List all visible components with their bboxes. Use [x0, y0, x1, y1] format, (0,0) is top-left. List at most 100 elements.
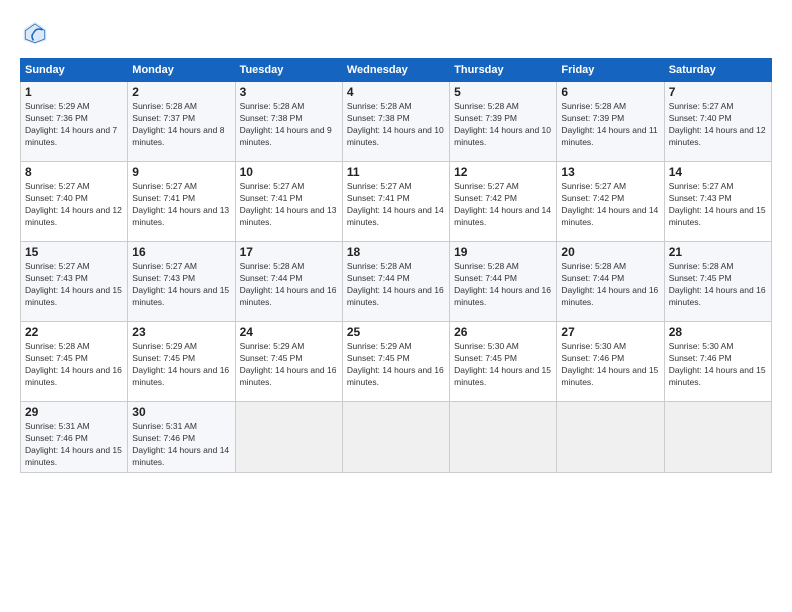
day-info: Sunrise: 5:28 AMSunset: 7:37 PMDaylight:…	[132, 101, 230, 149]
table-row: 29 Sunrise: 5:31 AMSunset: 7:46 PMDayligh…	[21, 402, 128, 473]
table-row: 3 Sunrise: 5:28 AMSunset: 7:38 PMDaylight…	[235, 82, 342, 162]
table-row: 22 Sunrise: 5:28 AMSunset: 7:45 PMDayligh…	[21, 322, 128, 402]
table-row: 26 Sunrise: 5:30 AMSunset: 7:45 PMDayligh…	[450, 322, 557, 402]
table-row: 23 Sunrise: 5:29 AMSunset: 7:45 PMDayligh…	[128, 322, 235, 402]
table-row: 24 Sunrise: 5:29 AMSunset: 7:45 PMDayligh…	[235, 322, 342, 402]
table-row: 15Sunrise: 5:27 AMSunset: 7:43 PMDayligh…	[21, 242, 128, 322]
day-number: 23	[132, 325, 230, 339]
day-info: Sunrise: 5:29 AMSunset: 7:45 PMDaylight:…	[240, 341, 338, 389]
table-row: 19 Sunrise: 5:28 AMSunset: 7:44 PMDayligh…	[450, 242, 557, 322]
day-number: 10	[240, 165, 338, 179]
col-monday: Monday	[128, 59, 235, 82]
calendar-header-row: Sunday Monday Tuesday Wednesday Thursday…	[21, 59, 772, 82]
table-row: 7 Sunrise: 5:27 AMSunset: 7:40 PMDaylight…	[664, 82, 771, 162]
day-number: 7	[669, 85, 767, 99]
day-number: 26	[454, 325, 552, 339]
table-row: 17Sunrise: 5:28 AMSunset: 7:44 PMDayligh…	[235, 242, 342, 322]
table-row: 20Sunrise: 5:28 AMSunset: 7:44 PMDayligh…	[557, 242, 664, 322]
day-number: 21	[669, 245, 767, 259]
calendar-week-row: 29 Sunrise: 5:31 AMSunset: 7:46 PMDayligh…	[21, 402, 772, 473]
day-info: Sunrise: 5:29 AMSunset: 7:45 PMDaylight:…	[347, 341, 445, 389]
day-info: Sunrise: 5:27 AMSunset: 7:42 PMDaylight:…	[454, 181, 552, 229]
day-number: 4	[347, 85, 445, 99]
day-info: Sunrise: 5:27 AMSunset: 7:43 PMDaylight:…	[669, 181, 767, 229]
table-row	[664, 402, 771, 473]
table-row	[342, 402, 449, 473]
day-info: Sunrise: 5:30 AMSunset: 7:45 PMDaylight:…	[454, 341, 552, 389]
day-info: Sunrise: 5:27 AMSunset: 7:42 PMDaylight:…	[561, 181, 659, 229]
day-number: 18	[347, 245, 445, 259]
day-info: Sunrise: 5:27 AMSunset: 7:41 PMDaylight:…	[132, 181, 230, 229]
day-info: Sunrise: 5:31 AMSunset: 7:46 PMDaylight:…	[25, 421, 123, 469]
day-info: Sunrise: 5:28 AMSunset: 7:45 PMDaylight:…	[25, 341, 123, 389]
table-row: 6 Sunrise: 5:28 AMSunset: 7:39 PMDaylight…	[557, 82, 664, 162]
day-number: 15	[25, 245, 123, 259]
day-info: Sunrise: 5:28 AMSunset: 7:45 PMDaylight:…	[669, 261, 767, 309]
day-number: 29	[25, 405, 123, 419]
col-wednesday: Wednesday	[342, 59, 449, 82]
day-info: Sunrise: 5:28 AMSunset: 7:44 PMDaylight:…	[347, 261, 445, 309]
day-number: 2	[132, 85, 230, 99]
day-info: Sunrise: 5:28 AMSunset: 7:39 PMDaylight:…	[454, 101, 552, 149]
table-row: 14Sunrise: 5:27 AMSunset: 7:43 PMDayligh…	[664, 162, 771, 242]
day-number: 19	[454, 245, 552, 259]
table-row: 21 Sunrise: 5:28 AMSunset: 7:45 PMDayligh…	[664, 242, 771, 322]
day-number: 30	[132, 405, 230, 419]
day-info: Sunrise: 5:30 AMSunset: 7:46 PMDaylight:…	[669, 341, 767, 389]
table-row: 8Sunrise: 5:27 AMSunset: 7:40 PMDaylight…	[21, 162, 128, 242]
day-number: 12	[454, 165, 552, 179]
day-number: 24	[240, 325, 338, 339]
day-info: Sunrise: 5:27 AMSunset: 7:41 PMDaylight:…	[347, 181, 445, 229]
day-info: Sunrise: 5:28 AMSunset: 7:44 PMDaylight:…	[454, 261, 552, 309]
table-row: 28Sunrise: 5:30 AMSunset: 7:46 PMDayligh…	[664, 322, 771, 402]
day-number: 25	[347, 325, 445, 339]
header	[20, 18, 772, 48]
table-row: 25 Sunrise: 5:29 AMSunset: 7:45 PMDayligh…	[342, 322, 449, 402]
table-row: 12 Sunrise: 5:27 AMSunset: 7:42 PMDayligh…	[450, 162, 557, 242]
col-sunday: Sunday	[21, 59, 128, 82]
page: Sunday Monday Tuesday Wednesday Thursday…	[0, 0, 792, 612]
logo	[20, 18, 54, 48]
day-number: 22	[25, 325, 123, 339]
table-row: 27 Sunrise: 5:30 AMSunset: 7:46 PMDayligh…	[557, 322, 664, 402]
day-number: 1	[25, 85, 123, 99]
table-row: 18 Sunrise: 5:28 AMSunset: 7:44 PMDayligh…	[342, 242, 449, 322]
day-info: Sunrise: 5:28 AMSunset: 7:38 PMDaylight:…	[240, 101, 338, 149]
col-tuesday: Tuesday	[235, 59, 342, 82]
day-info: Sunrise: 5:28 AMSunset: 7:38 PMDaylight:…	[347, 101, 445, 149]
calendar-week-row: 8Sunrise: 5:27 AMSunset: 7:40 PMDaylight…	[21, 162, 772, 242]
table-row: 13 Sunrise: 5:27 AMSunset: 7:42 PMDayligh…	[557, 162, 664, 242]
calendar-week-row: 1 Sunrise: 5:29 AMSunset: 7:36 PMDaylight…	[21, 82, 772, 162]
day-info: Sunrise: 5:31 AMSunset: 7:46 PMDaylight:…	[132, 421, 230, 469]
day-info: Sunrise: 5:27 AMSunset: 7:40 PMDaylight:…	[669, 101, 767, 149]
day-number: 5	[454, 85, 552, 99]
day-number: 11	[347, 165, 445, 179]
day-number: 6	[561, 85, 659, 99]
day-info: Sunrise: 5:27 AMSunset: 7:43 PMDaylight:…	[132, 261, 230, 309]
table-row: 2 Sunrise: 5:28 AMSunset: 7:37 PMDaylight…	[128, 82, 235, 162]
table-row: 1 Sunrise: 5:29 AMSunset: 7:36 PMDaylight…	[21, 82, 128, 162]
day-number: 3	[240, 85, 338, 99]
calendar-week-row: 22 Sunrise: 5:28 AMSunset: 7:45 PMDayligh…	[21, 322, 772, 402]
day-info: Sunrise: 5:30 AMSunset: 7:46 PMDaylight:…	[561, 341, 659, 389]
table-row: 10 Sunrise: 5:27 AMSunset: 7:41 PMDayligh…	[235, 162, 342, 242]
day-number: 20	[561, 245, 659, 259]
day-number: 27	[561, 325, 659, 339]
col-saturday: Saturday	[664, 59, 771, 82]
day-info: Sunrise: 5:29 AMSunset: 7:45 PMDaylight:…	[132, 341, 230, 389]
table-row: 30 Sunrise: 5:31 AMSunset: 7:46 PMDayligh…	[128, 402, 235, 473]
table-row	[235, 402, 342, 473]
day-info: Sunrise: 5:29 AMSunset: 7:36 PMDaylight:…	[25, 101, 123, 149]
table-row: 9Sunrise: 5:27 AMSunset: 7:41 PMDaylight…	[128, 162, 235, 242]
table-row: 16 Sunrise: 5:27 AMSunset: 7:43 PMDayligh…	[128, 242, 235, 322]
col-friday: Friday	[557, 59, 664, 82]
day-number: 16	[132, 245, 230, 259]
table-row: 4 Sunrise: 5:28 AMSunset: 7:38 PMDaylight…	[342, 82, 449, 162]
table-row	[450, 402, 557, 473]
calendar-week-row: 15 Sunrise: 5:27 AMSunset: 7:43 PMDayligh…	[21, 242, 772, 322]
day-info: Sunrise: 5:28 AMSunset: 7:39 PMDaylight:…	[561, 101, 659, 149]
day-info: Sunrise: 5:27 AMSunset: 7:40 PMDaylight:…	[25, 181, 123, 229]
day-number: 13	[561, 165, 659, 179]
day-info: Sunrise: 5:27 AMSunset: 7:41 PMDaylight:…	[240, 181, 338, 229]
table-row	[557, 402, 664, 473]
